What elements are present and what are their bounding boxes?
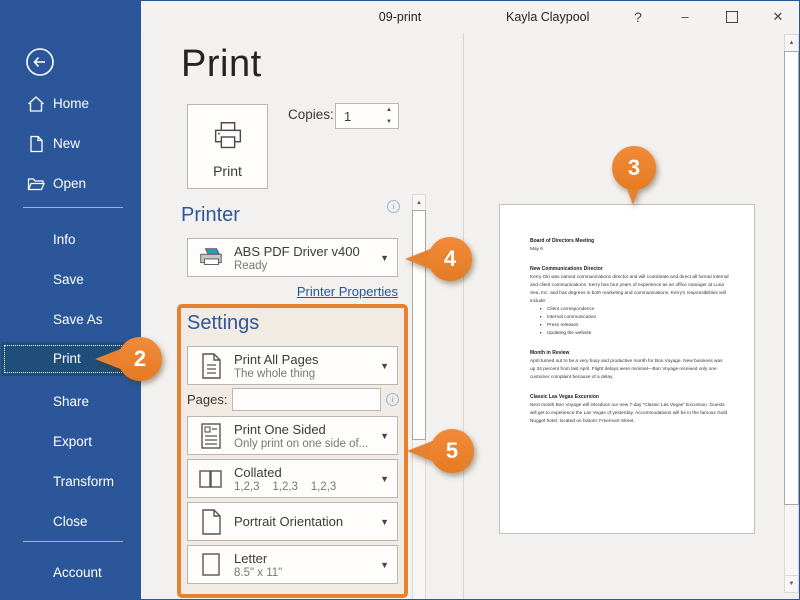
printer-properties-link[interactable]: Printer Properties (187, 284, 398, 299)
panel-divider (463, 33, 464, 599)
home-icon (27, 95, 45, 113)
print-one-sided-icon (197, 422, 225, 450)
sidebar-item-new[interactable]: New (1, 133, 141, 155)
doc-paragraph: April turned out to be a very busy and p… (530, 357, 729, 381)
printer-status: Ready (234, 260, 374, 272)
sidebar-item-info[interactable]: Info (1, 229, 141, 251)
sidebar-item-account[interactable]: Account (1, 562, 141, 584)
doc-bullet: Press releases (546, 321, 729, 329)
dropdown-arrow-icon: ▼ (380, 503, 389, 540)
minimize-button[interactable]: – (670, 1, 700, 33)
print-button-label: Print (188, 163, 267, 179)
letter-size-icon (197, 551, 225, 579)
sidebar-item-open[interactable]: Open (1, 173, 141, 195)
close-button[interactable]: ✕ (763, 1, 793, 33)
doc-paragraph: Next month Bon Voyage will introduce our… (530, 401, 729, 425)
doc-heading: Month in Review (530, 349, 729, 357)
pages-field (232, 388, 381, 411)
pages-info-icon[interactable]: i (386, 393, 399, 406)
sidebar-item-home[interactable]: Home (1, 93, 141, 115)
print-button[interactable]: Print (187, 104, 268, 189)
maximize-button[interactable] (717, 1, 747, 33)
print-all-pages-icon (197, 352, 225, 380)
doc-bullet: Updating the website (546, 329, 729, 337)
copies-input[interactable] (337, 105, 386, 127)
scrollbar-thumb[interactable] (412, 210, 426, 440)
orientation-dropdown[interactable]: Portrait Orientation ▼ (187, 502, 398, 541)
sidebar-divider (23, 207, 123, 208)
printer-info-icon[interactable]: i (387, 200, 400, 213)
printer-device-icon (197, 244, 225, 272)
help-button[interactable]: ? (623, 1, 653, 33)
scrollbar-thumb[interactable] (784, 51, 799, 505)
printer-name: ABS PDF Driver v400 (234, 244, 374, 259)
duplex-dropdown[interactable]: Print One Sided Only print on one side o… (187, 416, 398, 455)
callout-number: 2 (118, 337, 162, 381)
copies-label: Copies: (288, 107, 334, 122)
print-preview-page: Board of Directors Meeting May 6 New Com… (499, 204, 755, 534)
dropdown-arrow-icon: ▼ (380, 546, 389, 583)
back-arrow-icon (25, 47, 55, 77)
sidebar-item-close[interactable]: Close (1, 511, 141, 533)
preview-scrollbar[interactable]: ▲ ▼ (784, 34, 799, 593)
print-range-dropdown[interactable]: Print All Pages The whole thing ▼ (187, 346, 398, 385)
dropdown-arrow-icon: ▼ (380, 239, 389, 276)
dropdown-arrow-icon: ▼ (380, 460, 389, 497)
scroll-up-icon[interactable]: ▲ (413, 195, 425, 211)
portrait-orientation-icon (197, 508, 225, 536)
doc-paragraph: Kerry Oki was named communications direc… (530, 273, 729, 305)
new-document-icon (27, 135, 45, 153)
dropdown-arrow-icon: ▼ (380, 347, 389, 384)
account-user-name[interactable]: Kayla Claypool (506, 1, 589, 33)
page-title: Print (181, 43, 262, 86)
sidebar-item-share[interactable]: Share (1, 391, 141, 413)
doc-bullet-list: Client correspondence Internal communica… (530, 305, 729, 337)
sidebar-item-save[interactable]: Save (1, 269, 141, 291)
printer-section-heading: Printer (181, 204, 240, 227)
sidebar-item-export[interactable]: Export (1, 431, 141, 453)
doc-heading: New Communications Director (530, 265, 729, 273)
pages-label: Pages: (187, 392, 227, 407)
sidebar-item-save-as[interactable]: Save As (1, 309, 141, 331)
doc-bullet: Client correspondence (546, 305, 729, 313)
callout-number: 4 (428, 237, 472, 281)
sidebar-item-transform[interactable]: Transform (1, 471, 141, 493)
document-content: Board of Directors Meeting May 6 New Com… (500, 205, 755, 534)
copies-increment-icon[interactable]: ▲ (382, 104, 396, 116)
collation-dropdown[interactable]: Collated 1,2,3 1,2,3 1,2,3 ▼ (187, 459, 398, 498)
back-button[interactable] (25, 47, 55, 77)
copies-stepper: ▲ ▼ (335, 103, 399, 129)
collated-icon (197, 465, 225, 493)
scroll-up-icon[interactable]: ▲ (785, 35, 798, 51)
maximize-icon (726, 11, 738, 23)
open-folder-icon (27, 175, 45, 193)
settings-section-heading: Settings (187, 312, 259, 335)
dropdown-arrow-icon: ▼ (380, 417, 389, 454)
doc-heading: Classic Las Vegas Excursion (530, 393, 729, 401)
word-backstage-window: 09-print Kayla Claypool ? – ✕ Home New (0, 0, 800, 600)
doc-heading: Board of Directors Meeting (530, 237, 729, 245)
backstage-sidebar: Home New Open Info Save Save As Print (1, 1, 141, 600)
pages-input[interactable] (233, 389, 380, 410)
sidebar-divider (23, 541, 123, 542)
doc-bullet: Internal communication (546, 313, 729, 321)
printer-icon (209, 119, 247, 155)
copies-decrement-icon[interactable]: ▼ (382, 116, 396, 128)
paper-size-dropdown[interactable]: Letter 8.5" x 11" ▼ (187, 545, 398, 584)
scroll-down-icon[interactable]: ▼ (785, 575, 798, 592)
callout-number: 3 (612, 146, 656, 190)
callout-number: 5 (430, 429, 474, 473)
printer-selector-dropdown[interactable]: ABS PDF Driver v400 Ready ▼ (187, 238, 398, 277)
doc-paragraph: May 6 (530, 245, 729, 253)
